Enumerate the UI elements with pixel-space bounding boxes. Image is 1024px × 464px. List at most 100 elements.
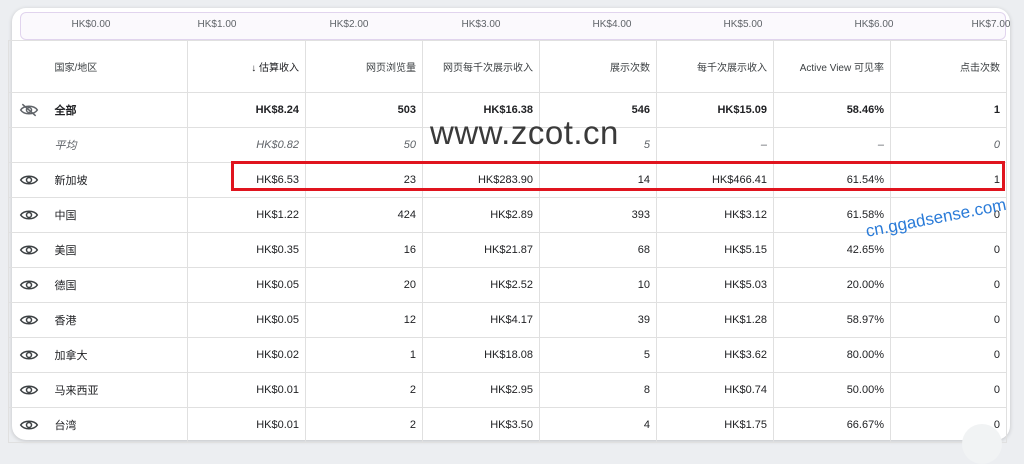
cell-pageviews: 23 [305,162,423,198]
chart-axis: HK$0.00 HK$1.00 HK$2.00 HK$3.00 HK$4.00 … [20,12,1010,40]
header-earnings[interactable]: ↓ 估算收入 [187,40,306,93]
cell-impressions: 4 [539,407,657,443]
cell-active-view: – [773,127,891,163]
cell-impression-rpm: HK$5.03 [656,267,774,303]
header-icon-cell [8,40,49,93]
axis-tick: HK$0.00 [71,19,111,30]
table-row: 马来西亚 HK$0.01 2 HK$2.95 8 HK$0.74 50.00% … [8,372,1007,408]
cell-page-rpm: HK$2.89 [422,197,540,233]
table-row: 加拿大 HK$0.02 1 HK$18.08 5 HK$3.62 80.00% … [8,337,1007,373]
cell-earnings: HK$0.02 [187,337,306,373]
visibility-toggle[interactable] [8,197,49,233]
table-row: 新加坡 HK$6.53 23 HK$283.90 14 HK$466.41 61… [8,162,1007,198]
cell-pageviews: 20 [305,267,423,303]
cell-clicks: 0 [890,127,1007,163]
cell-pageviews: 16 [305,232,423,268]
cell-pageviews: 2 [305,372,423,408]
cell-impression-rpm: HK$15.09 [656,92,774,128]
cell-country: 香港 [48,302,188,338]
cell-earnings: HK$6.53 [187,162,306,198]
empty-icon-cell [8,127,49,163]
axis-tick: HK$5.00 [723,19,763,30]
cell-country: 平均 [48,127,188,163]
table-row: 台湾 HK$0.01 2 HK$3.50 4 HK$1.75 66.67% 0 [8,407,1007,443]
sort-arrow-icon: ↓ [251,63,257,74]
cell-earnings: HK$0.01 [187,407,306,443]
visibility-toggle[interactable] [8,162,49,198]
cell-pageviews: 12 [305,302,423,338]
eye-icon [19,280,38,290]
header-impressions[interactable]: 展示次数 [539,40,657,93]
cell-page-rpm: HK$2.52 [422,267,540,303]
cell-impressions: 5 [539,337,657,373]
cell-active-view: 66.67% [773,407,891,443]
header-active-view[interactable]: Active View 可见率 [773,40,891,93]
visibility-toggle[interactable] [8,407,49,443]
cell-page-rpm: HK$3.50 [422,407,540,443]
cell-country: 加拿大 [48,337,188,373]
country-report-table: 国家/地区 ↓ 估算收入 网页浏览量 网页每千次展示收入 展示次数 每千次展示收… [8,40,1007,443]
visibility-toggle[interactable] [8,302,49,338]
cell-clicks: 1 [890,162,1007,198]
eye-icon [19,385,38,395]
cell-impressions: 10 [539,267,657,303]
cell-page-rpm: HK$21.87 [422,232,540,268]
cell-impression-rpm: – [656,127,774,163]
cell-pageviews: 2 [305,407,423,443]
cell-page-rpm: HK$18.08 [422,337,540,373]
cell-impression-rpm: HK$1.75 [656,407,774,443]
cell-country: 全部 [48,92,188,128]
table-row: 美国 HK$0.35 16 HK$21.87 68 HK$5.15 42.65%… [8,232,1007,268]
visibility-toggle[interactable] [8,232,49,268]
header-country[interactable]: 国家/地区 [48,40,188,93]
cell-earnings: HK$1.22 [187,197,306,233]
cell-earnings: HK$8.24 [187,92,306,128]
cell-active-view: 58.97% [773,302,891,338]
cell-clicks: 1 [890,92,1007,128]
table-row: 中国 HK$1.22 424 HK$2.89 393 HK$3.12 61.58… [8,197,1007,233]
axis-tick: HK$2.00 [329,19,369,30]
cell-impression-rpm: HK$1.28 [656,302,774,338]
header-clicks[interactable]: 点击次数 [890,40,1007,93]
header-impression-rpm[interactable]: 每千次展示收入 [656,40,774,93]
cell-clicks: 0 [890,337,1007,373]
header-pageviews[interactable]: 网页浏览量 [305,40,423,93]
cell-country: 马来西亚 [48,372,188,408]
cell-clicks: 0 [890,302,1007,338]
header-page-rpm[interactable]: 网页每千次展示收入 [422,40,540,93]
cell-pageviews: 50 [305,127,423,163]
axis-tick: HK$7.00 [971,19,1010,30]
cell-active-view: 50.00% [773,372,891,408]
hide-all-toggle[interactable] [8,92,49,128]
table-header-row: 国家/地区 ↓ 估算收入 网页浏览量 网页每千次展示收入 展示次数 每千次展示收… [8,40,1007,93]
axis-tick: HK$4.00 [592,19,632,30]
cell-country: 新加坡 [48,162,188,198]
watermark-primary: www.zcot.cn [430,114,619,151]
cell-country: 德国 [48,267,188,303]
visibility-toggle[interactable] [8,372,49,408]
cell-pageviews: 424 [305,197,423,233]
cell-impressions: 39 [539,302,657,338]
cell-earnings: HK$0.01 [187,372,306,408]
cell-impression-rpm: HK$5.15 [656,232,774,268]
table-row: 香港 HK$0.05 12 HK$4.17 39 HK$1.28 58.97% … [8,302,1007,338]
eye-icon [19,175,38,185]
visibility-toggle[interactable] [8,267,49,303]
cell-earnings: HK$0.82 [187,127,306,163]
eye-off-icon [19,103,38,117]
cell-clicks: 0 [890,372,1007,408]
cell-active-view: 61.54% [773,162,891,198]
visibility-toggle[interactable] [8,337,49,373]
eye-icon [19,420,38,430]
axis-tick: HK$6.00 [854,19,894,30]
cell-earnings: HK$0.05 [187,302,306,338]
axis-tick: HK$1.00 [197,19,237,30]
cell-impression-rpm: HK$3.62 [656,337,774,373]
cell-impression-rpm: HK$3.12 [656,197,774,233]
cell-impression-rpm: HK$466.41 [656,162,774,198]
scroll-button[interactable] [962,424,1002,464]
cell-page-rpm: HK$4.17 [422,302,540,338]
cell-impressions: 68 [539,232,657,268]
cell-impressions: 14 [539,162,657,198]
cell-pageviews: 503 [305,92,423,128]
